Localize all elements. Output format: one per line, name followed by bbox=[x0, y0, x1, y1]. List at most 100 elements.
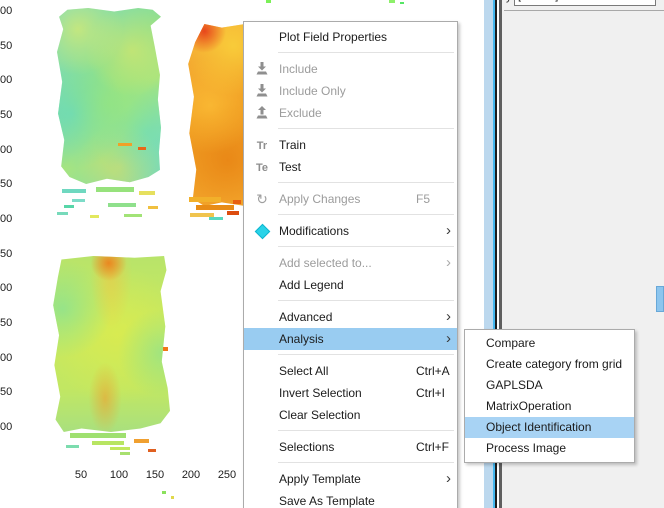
plot-speck bbox=[209, 217, 223, 220]
plot-speck bbox=[196, 205, 234, 210]
menu-item-label: Add Legend bbox=[279, 278, 344, 292]
scrollbar-thumb[interactable] bbox=[656, 286, 664, 312]
plot-speck bbox=[124, 214, 142, 217]
context-menu: Plot Field Properties Include Include On… bbox=[243, 21, 458, 508]
menu-item-analysis[interactable]: Analysis › bbox=[244, 328, 457, 350]
submenu-item-label: MatrixOperation bbox=[486, 399, 571, 413]
menu-item-clear-selection[interactable]: Clear Selection bbox=[244, 404, 457, 426]
menu-item-label: Test bbox=[279, 160, 301, 174]
sample-image-bottom[interactable] bbox=[52, 256, 170, 432]
sample-image-top-left[interactable] bbox=[57, 8, 161, 184]
menu-item-label: Select All bbox=[279, 364, 328, 378]
train-icon: Tr bbox=[252, 134, 272, 156]
x-tick-label: 250 bbox=[212, 469, 242, 482]
plot-speck bbox=[108, 203, 136, 207]
submenu-item-gaplsda[interactable]: GAPLSDA bbox=[465, 375, 634, 396]
plot-speck bbox=[148, 206, 158, 209]
submenu-item-matrixoperation[interactable]: MatrixOperation bbox=[465, 396, 634, 417]
menu-item-save-as-template[interactable]: Save As Template bbox=[244, 490, 457, 508]
menu-item-train[interactable]: Tr Train bbox=[244, 134, 457, 156]
plot-speck bbox=[57, 212, 68, 215]
menu-item-label: Apply Template bbox=[279, 472, 361, 486]
y-tick-label: 00 bbox=[0, 282, 22, 295]
chevron-down-icon[interactable]: ▾ bbox=[647, 0, 652, 2]
plot-speck bbox=[163, 347, 168, 351]
submenu-item-object-identification[interactable]: Object Identification bbox=[465, 417, 634, 438]
menu-item-advanced[interactable]: Advanced › bbox=[244, 306, 457, 328]
include-only-icon bbox=[252, 80, 272, 102]
x-tick-label: 200 bbox=[176, 469, 206, 482]
y-tick-label: 00 bbox=[0, 352, 22, 365]
menu-item-shortcut: Ctrl+I bbox=[416, 382, 445, 404]
plot-speck bbox=[118, 143, 132, 146]
menu-separator bbox=[278, 214, 454, 215]
menu-separator bbox=[278, 300, 454, 301]
y-tick-label: 00 bbox=[0, 74, 22, 87]
x-tick-label: 150 bbox=[140, 469, 170, 482]
y-tick-label: 50 bbox=[0, 386, 22, 399]
include-icon bbox=[252, 58, 272, 80]
diamond-icon bbox=[252, 220, 272, 242]
menu-item-invert-selection[interactable]: Invert Selection Ctrl+I bbox=[244, 382, 457, 404]
menu-item-apply-template[interactable]: Apply Template › bbox=[244, 468, 457, 490]
menu-item-label: Selections bbox=[279, 440, 334, 454]
menu-item-exclude[interactable]: Exclude bbox=[244, 102, 457, 124]
y-tick-label: 50 bbox=[0, 178, 22, 191]
plot-speck bbox=[134, 439, 149, 443]
menu-item-apply-changes[interactable]: ↻ Apply Changes F5 bbox=[244, 188, 457, 210]
y-tick-label: 50 bbox=[0, 109, 22, 122]
menu-item-plot-field-properties[interactable]: Plot Field Properties bbox=[244, 26, 457, 48]
submenu-item-label: Process Image bbox=[486, 441, 566, 455]
y-tick-label: 50 bbox=[0, 248, 22, 261]
y-tick-label: 50 bbox=[0, 317, 22, 330]
menu-item-add-legend[interactable]: Add Legend bbox=[244, 274, 457, 296]
refresh-icon-glyph: ↻ bbox=[256, 191, 268, 207]
menu-item-label: Add selected to... bbox=[279, 256, 372, 270]
menu-item-label: Plot Field Properties bbox=[279, 30, 387, 44]
x-tick-label: 50 bbox=[66, 469, 96, 482]
submenu-item-compare[interactable]: Compare bbox=[465, 333, 634, 354]
plot-speck bbox=[110, 447, 130, 450]
plot-speck bbox=[139, 191, 155, 195]
menu-item-select-all[interactable]: Select All Ctrl+A bbox=[244, 360, 457, 382]
plot-speck bbox=[138, 147, 146, 150]
sample-image-top-right[interactable] bbox=[187, 24, 245, 206]
menu-item-include-only[interactable]: Include Only bbox=[244, 80, 457, 102]
y-tick-label: 00 bbox=[0, 144, 22, 157]
plot-speck bbox=[266, 0, 271, 3]
menu-item-shortcut: Ctrl+A bbox=[416, 360, 450, 382]
menu-item-selections[interactable]: Selections Ctrl+F bbox=[244, 436, 457, 458]
plot-speck bbox=[120, 452, 130, 455]
submenu-arrow-icon: › bbox=[446, 306, 451, 327]
submenu-arrow-icon: › bbox=[446, 328, 451, 349]
plot-speck bbox=[148, 449, 156, 452]
menu-separator bbox=[278, 182, 454, 183]
menu-item-label: Modifications bbox=[279, 224, 349, 238]
menu-item-add-selected-to[interactable]: Add selected to... › bbox=[244, 252, 457, 274]
x-tick-label: 100 bbox=[104, 469, 134, 482]
plot-speck bbox=[90, 215, 99, 218]
label-combobox[interactable]: [LABEL] ▾ bbox=[514, 0, 656, 6]
submenu-arrow-icon: › bbox=[446, 220, 451, 241]
y-tick-label: 00 bbox=[0, 5, 22, 18]
submenu-arrow-icon: › bbox=[446, 468, 451, 489]
plot-speck bbox=[227, 211, 239, 215]
plot-speck bbox=[96, 187, 134, 192]
menu-separator bbox=[278, 354, 454, 355]
plot-speck bbox=[162, 491, 166, 494]
y-tick-label: 00 bbox=[0, 213, 22, 226]
menu-item-label: Advanced bbox=[279, 310, 332, 324]
menu-item-modifications[interactable]: Modifications › bbox=[244, 220, 457, 242]
app-window: 00 50 00 50 00 50 00 50 00 50 00 50 00 5… bbox=[0, 0, 664, 508]
plot-speck bbox=[92, 441, 124, 445]
menu-item-label: Save As Template bbox=[279, 494, 375, 508]
menu-item-test[interactable]: Te Test bbox=[244, 156, 457, 178]
menu-item-include[interactable]: Include bbox=[244, 58, 457, 80]
plot-speck bbox=[66, 445, 79, 448]
menu-item-label: Train bbox=[279, 138, 306, 152]
analysis-submenu: Compare Create category from grid GAPLSD… bbox=[464, 329, 635, 463]
test-icon-text: Te bbox=[256, 162, 268, 174]
submenu-item-process-image[interactable]: Process Image bbox=[465, 438, 634, 459]
submenu-item-create-category-from-grid[interactable]: Create category from grid bbox=[465, 354, 634, 375]
plot-speck bbox=[62, 189, 86, 193]
